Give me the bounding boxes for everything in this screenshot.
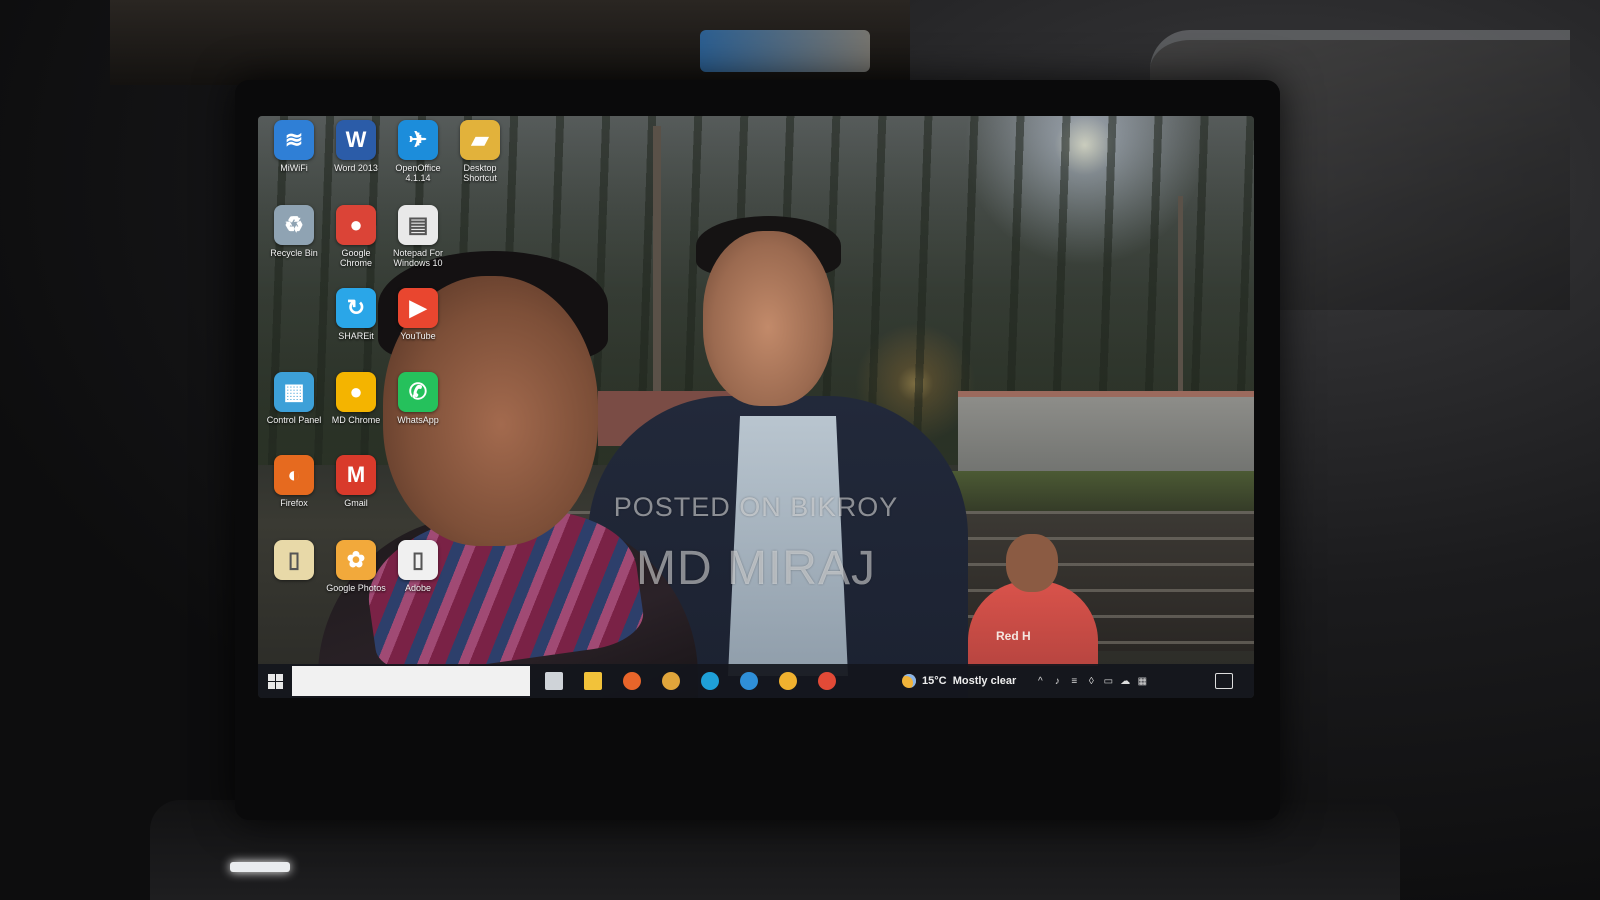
file-explorer-button[interactable] bbox=[578, 666, 608, 696]
desktop-icon-label: Word 2013 bbox=[334, 163, 378, 173]
word-icon: W bbox=[336, 120, 376, 160]
desktop-shortcut[interactable]: ▰ Desktop Shortcut bbox=[450, 120, 510, 183]
desktop-icon-label: SHAREit bbox=[338, 331, 374, 341]
watermark-posted-on: POSTED ON BIKROY bbox=[613, 492, 899, 522]
recycle-bin[interactable]: ♻ Recycle Bin bbox=[264, 205, 324, 258]
task-view-icon bbox=[545, 672, 563, 690]
notification-center-icon[interactable] bbox=[1215, 673, 1234, 689]
desktop-icon-label: Recycle Bin bbox=[270, 248, 318, 258]
word-2013-shortcut[interactable]: W Word 2013 bbox=[326, 120, 386, 173]
desktop-icon-label: Google Chrome bbox=[339, 248, 372, 268]
chevron-up-icon[interactable]: ^ bbox=[1034, 676, 1046, 687]
desktop-icon-label: YouTube bbox=[400, 331, 436, 341]
wallpaper-pole bbox=[653, 126, 661, 436]
openoffice-icon: ✈ bbox=[398, 120, 438, 160]
desktop-icon-label: Notepad For Windows 10 bbox=[392, 248, 444, 268]
cloud-icon[interactable]: ☁ bbox=[1119, 676, 1131, 687]
taskbar-pinned-apps bbox=[530, 666, 842, 696]
gmail-icon: M bbox=[336, 455, 376, 495]
whatsapp-shortcut[interactable]: ✆ WhatsApp bbox=[388, 372, 448, 425]
google-chrome-shortcut[interactable]: ● Google Chrome bbox=[326, 205, 386, 268]
windows-logo-icon bbox=[267, 673, 283, 689]
photos-taskbar-button[interactable] bbox=[656, 666, 686, 696]
wallpaper-person-right-face bbox=[703, 231, 833, 406]
taskbar: 15°C Mostly clear ^ ♪ ≡ ◊ ▭ ☁ ▦ bbox=[258, 664, 1254, 698]
desktop-icon-label: MiWiFi bbox=[280, 163, 308, 173]
miwifi-shortcut[interactable]: ≋ MiWiFi bbox=[264, 120, 324, 173]
youtube-icon: ▶ bbox=[398, 288, 438, 328]
shield-icon[interactable]: ◊ bbox=[1085, 676, 1097, 687]
md-chrome-shortcut[interactable]: ● MD Chrome bbox=[326, 372, 386, 425]
chrome-icon bbox=[818, 672, 836, 690]
google-photos-icon bbox=[779, 672, 797, 690]
notepad-icon: ▤ bbox=[398, 205, 438, 245]
youtube-shortcut[interactable]: ▶ YouTube bbox=[388, 288, 448, 341]
taskbar-search-input[interactable] bbox=[292, 666, 530, 696]
edge-icon bbox=[701, 672, 719, 690]
weather-condition: Mostly clear bbox=[952, 675, 1017, 687]
watermark-seller-name: MD MIRAJ bbox=[636, 542, 876, 595]
google-photos-taskbar-button[interactable] bbox=[773, 666, 803, 696]
openoffice-shortcut[interactable]: ✈ OpenOffice 4.1.14 bbox=[388, 120, 448, 183]
battery-icon[interactable]: ▭ bbox=[1102, 676, 1114, 687]
desktop-icon-label: Control Panel bbox=[266, 415, 322, 425]
weather-icon bbox=[902, 674, 916, 688]
store-taskbar-button[interactable] bbox=[734, 666, 764, 696]
notepad-shortcut[interactable]: ▤ Notepad For Windows 10 bbox=[388, 205, 448, 268]
desktop-icon-label: Desktop Shortcut bbox=[463, 163, 497, 183]
desktop-icons: ≋ MiWiFi W Word 2013 ✈ OpenOffice 4.1.14 ▰ Desk… bbox=[264, 120, 504, 600]
task-view-button[interactable] bbox=[539, 666, 569, 696]
firefox-icon: ◐ bbox=[274, 455, 314, 495]
network-icon: ≋ bbox=[274, 120, 314, 160]
speaker-icon[interactable]: ♪ bbox=[1051, 676, 1063, 687]
folder-icon: ▰ bbox=[460, 120, 500, 160]
chrome-icon: ● bbox=[336, 205, 376, 245]
chrome-icon: ● bbox=[336, 372, 376, 412]
desktop-icon-label: MD Chrome bbox=[331, 415, 381, 425]
file-explorer-icon bbox=[584, 672, 602, 690]
desktop-icon-label: WhatsApp bbox=[397, 415, 439, 425]
recycle-bin-icon: ♻ bbox=[274, 205, 314, 245]
system-tray: ^ ♪ ≡ ◊ ▭ ☁ ▦ bbox=[1034, 676, 1153, 687]
wallpaper-shirt-text: Red H bbox=[996, 629, 1031, 643]
chrome-taskbar-button[interactable] bbox=[812, 666, 842, 696]
weather-widget[interactable]: 15°C Mostly clear bbox=[902, 674, 1016, 688]
weather-temperature: 15°C bbox=[922, 675, 947, 687]
shareit-shortcut[interactable]: ↻ SHAREit bbox=[326, 288, 386, 341]
firefox-taskbar-button[interactable] bbox=[617, 666, 647, 696]
desktop-icon-label: OpenOffice 4.1.14 bbox=[395, 163, 441, 183]
shareit-icon: ↻ bbox=[336, 288, 376, 328]
control-panel-icon: ▦ bbox=[274, 372, 314, 412]
whatsapp-icon: ✆ bbox=[398, 372, 438, 412]
network-icon[interactable]: ≡ bbox=[1068, 676, 1080, 687]
room-background-bag bbox=[700, 30, 870, 72]
control-panel-shortcut[interactable]: ▦ Control Panel bbox=[264, 372, 324, 425]
laptop-screen: Red H ≋ MiWiFi W Word 2013 ✈ OpenOffice 4.1.1… bbox=[258, 116, 1254, 698]
edge-taskbar-button[interactable] bbox=[695, 666, 725, 696]
keyboard-icon[interactable]: ▦ bbox=[1136, 676, 1148, 687]
colorful-app-icon bbox=[662, 672, 680, 690]
firefox-icon bbox=[623, 672, 641, 690]
start-button[interactable] bbox=[262, 668, 288, 694]
laptop-status-light bbox=[230, 862, 290, 872]
store-icon bbox=[740, 672, 758, 690]
